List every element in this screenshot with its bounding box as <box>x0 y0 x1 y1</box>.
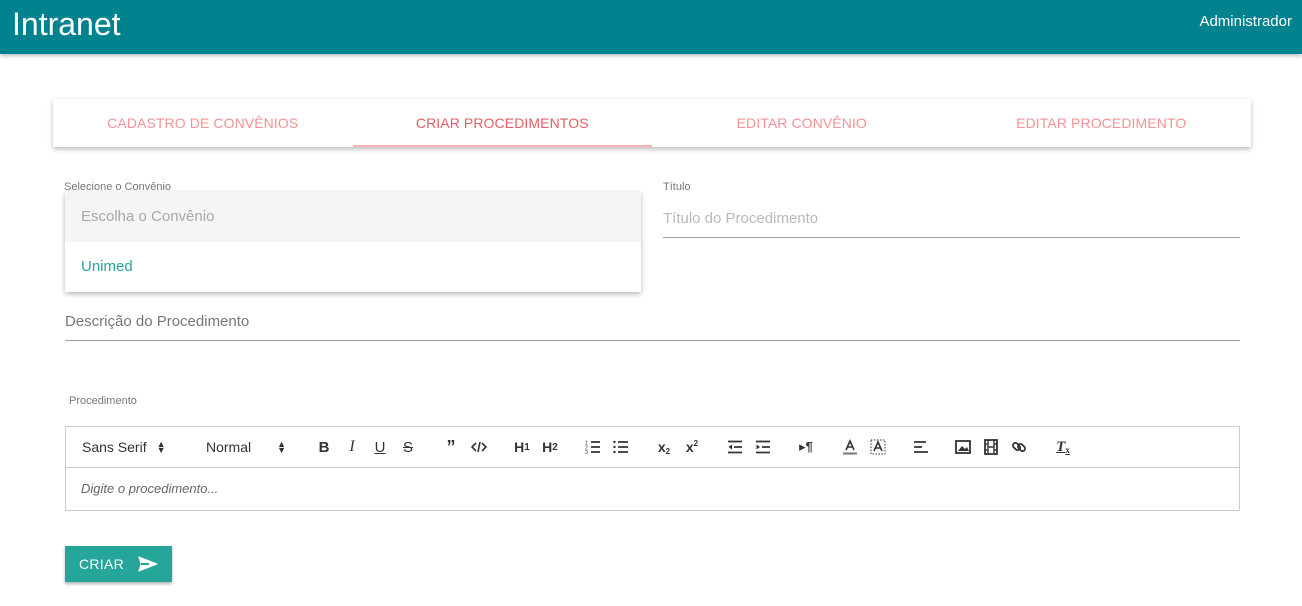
font-family-picker[interactable]: Sans Serif ▲ ▼ <box>82 437 182 457</box>
font-size-picker[interactable]: Normal ▲ ▼ <box>206 437 296 457</box>
tab-editar-procedimento[interactable]: EDITAR PROCEDIMENTO <box>952 99 1252 147</box>
indent-icon[interactable] <box>754 437 772 457</box>
titulo-input[interactable] <box>663 200 1240 238</box>
header-1-icon[interactable]: H1 <box>512 437 532 457</box>
text-color-icon[interactable] <box>841 437 859 457</box>
editor-toolbar: Sans Serif ▲ ▼ Normal ▲ ▼ B I U S ” H1 H2 … <box>66 427 1239 468</box>
align-icon[interactable] <box>912 437 930 457</box>
convenio-option-placeholder: Escolha o Convênio <box>65 192 641 242</box>
font-size-value: Normal <box>206 439 252 455</box>
text-direction-icon[interactable]: ▸¶ <box>797 437 815 457</box>
italic-icon[interactable]: I <box>344 437 360 457</box>
bullet-list-icon[interactable] <box>612 437 630 457</box>
image-icon[interactable] <box>954 437 972 457</box>
app-title: Intranet <box>12 6 121 42</box>
font-family-value: Sans Serif <box>82 439 147 455</box>
tab-editar-convenio[interactable]: EDITAR CONVÊNIO <box>652 99 952 147</box>
video-icon[interactable] <box>982 437 1000 457</box>
underline-icon[interactable]: U <box>372 437 388 457</box>
superscript-icon[interactable]: x2 <box>683 437 701 457</box>
tab-cadastro-convenios[interactable]: CADASTRO DE CONVÊNIOS <box>53 99 353 147</box>
tab-bar: CADASTRO DE CONVÊNIOS CRIAR PROCEDIMENTO… <box>53 99 1251 147</box>
send-icon <box>138 556 159 572</box>
blockquote-icon[interactable]: ” <box>443 437 459 457</box>
criar-button[interactable]: CRIAR <box>65 546 172 582</box>
procedimento-label: Procedimento <box>69 395 137 407</box>
convenio-option-unimed[interactable]: Unimed <box>65 242 641 292</box>
outdent-icon[interactable] <box>726 437 744 457</box>
ordered-list-icon[interactable]: 123 <box>584 437 602 457</box>
user-menu[interactable]: Administrador <box>1199 13 1292 30</box>
criar-button-label: CRIAR <box>78 556 125 572</box>
svg-text:3: 3 <box>585 450 588 454</box>
editor-content[interactable]: Digite o procedimento... <box>66 468 1239 509</box>
link-icon[interactable] <box>1010 437 1028 457</box>
top-app-bar: Intranet Administrador <box>0 0 1302 54</box>
clear-format-icon[interactable]: Tx <box>1054 437 1072 457</box>
header-2-icon[interactable]: H2 <box>540 437 560 457</box>
background-color-icon[interactable] <box>869 437 887 457</box>
titulo-label: Título <box>663 181 691 193</box>
descricao-input[interactable] <box>65 303 1240 341</box>
bold-icon[interactable]: B <box>316 437 332 457</box>
strike-icon[interactable]: S <box>400 437 416 457</box>
code-block-icon[interactable] <box>469 437 489 457</box>
picker-arrows-icon: ▲ ▼ <box>277 439 287 455</box>
picker-arrows-icon: ▲ ▼ <box>156 439 166 455</box>
tab-criar-procedimentos[interactable]: CRIAR PROCEDIMENTOS <box>352 99 653 147</box>
convenio-dropdown: Escolha o Convênio Unimed <box>65 192 641 292</box>
rich-text-editor: Sans Serif ▲ ▼ Normal ▲ ▼ B I U S ” H1 H2 … <box>65 426 1240 511</box>
subscript-icon[interactable]: x2 <box>655 437 673 457</box>
